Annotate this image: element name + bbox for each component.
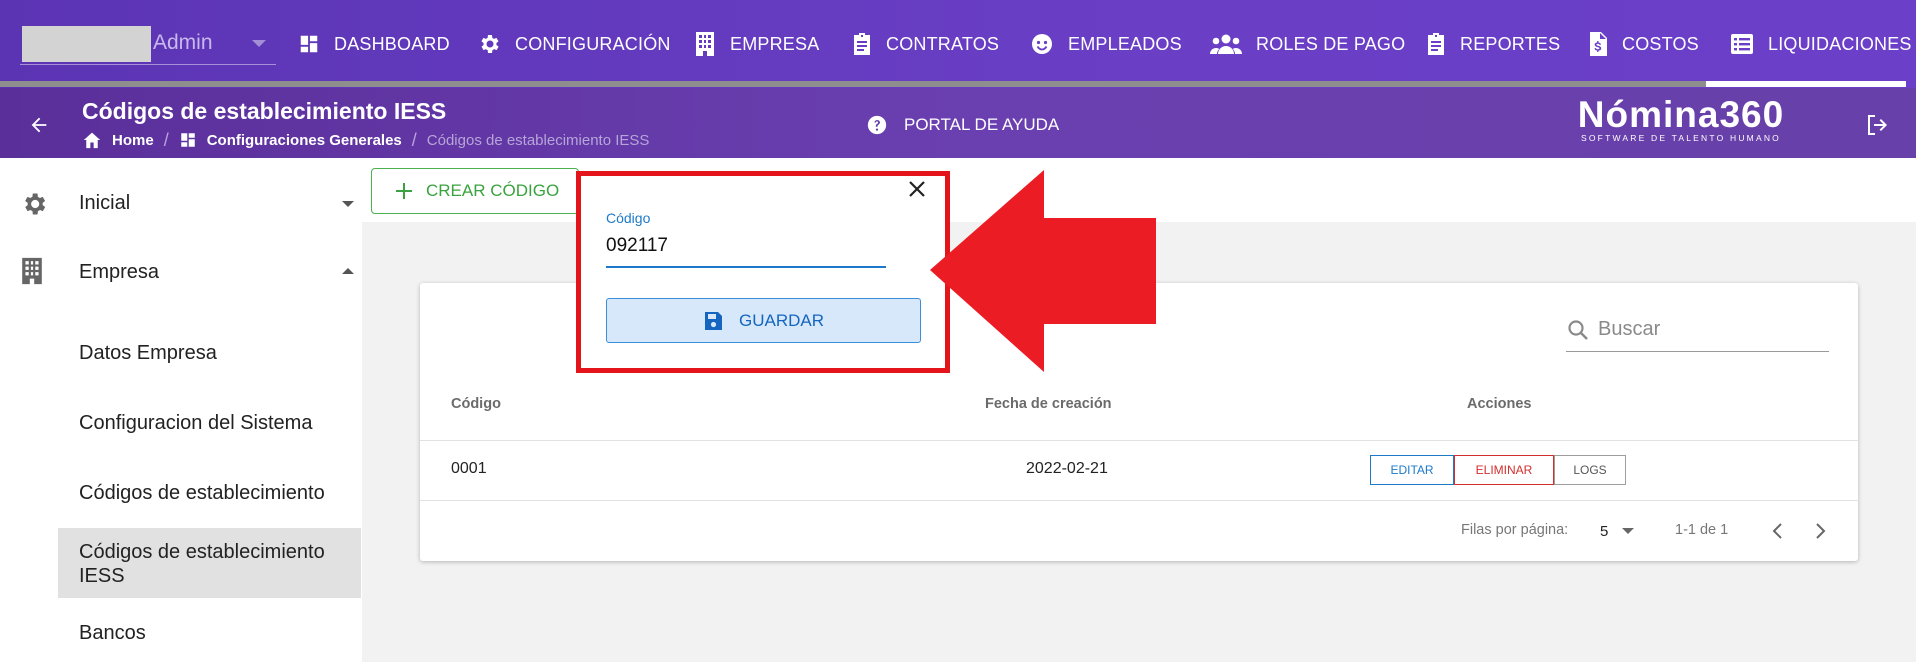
brand-logo: Nómina360 SOFTWARE DE TALENTO HUMANO <box>1566 94 1796 144</box>
dashboard-icon <box>180 133 195 147</box>
logout-icon <box>1868 115 1887 135</box>
nav-configuracion[interactable]: CONFIGURACIÓN <box>477 26 671 62</box>
close-icon <box>909 181 925 197</box>
breadcrumb-home[interactable]: Home <box>112 132 154 149</box>
help-icon <box>867 115 887 135</box>
close-button[interactable] <box>908 180 926 198</box>
table-divider <box>420 500 1858 501</box>
chevron-down-icon <box>1622 528 1635 534</box>
breadcrumb: Home / Configuraciones Generales / Códig… <box>82 129 649 151</box>
building-icon <box>696 32 714 56</box>
nav-label: ROLES DE PAGO <box>1256 33 1406 54</box>
search-placeholder: Buscar <box>1598 318 1661 340</box>
nav-empleados[interactable]: EMPLEADOS <box>1030 26 1182 62</box>
column-header-acciones: Acciones <box>1467 396 1532 412</box>
create-code-button[interactable]: CREAR CÓDIGO <box>371 168 579 214</box>
column-header-fecha[interactable]: Fecha de creación <box>985 396 1112 412</box>
delete-button[interactable]: ELIMINAR <box>1454 455 1554 485</box>
gear-icon <box>25 193 46 215</box>
face-icon <box>1032 34 1052 54</box>
code-input-value: 092117 <box>606 235 668 256</box>
dollar-file-icon <box>1590 32 1607 56</box>
chevron-right-icon <box>1816 523 1826 539</box>
gear-icon <box>481 35 499 53</box>
code-field-label: Código <box>606 210 651 226</box>
nav-label: DASHBOARD <box>334 33 450 54</box>
list-icon <box>1731 34 1753 54</box>
nav-underline <box>0 81 1706 87</box>
chevron-down-icon <box>252 40 266 47</box>
back-button[interactable] <box>28 114 50 136</box>
nav-empresa[interactable]: EMPRESA <box>694 26 819 62</box>
prev-page-button[interactable] <box>1770 522 1786 540</box>
code-input[interactable]: 092117 <box>606 232 886 268</box>
search-icon <box>1568 319 1588 340</box>
column-header-codigo[interactable]: Código <box>451 396 501 412</box>
brand-name: Nómina360 <box>1577 94 1785 135</box>
save-icon <box>704 311 722 330</box>
sidebar-subitem-label: Bancos <box>79 622 146 644</box>
avatar <box>22 26 151 62</box>
nav-label: CONFIGURACIÓN <box>515 33 671 54</box>
nav-label: LIQUIDACIONES <box>1768 33 1912 54</box>
nav-dashboard[interactable]: DASHBOARD <box>298 26 450 62</box>
nav-label: CONTRATOS <box>886 33 1000 54</box>
arrow-left-icon <box>31 117 47 133</box>
logout-button[interactable] <box>1866 114 1890 136</box>
sidebar-subitem-label: Datos Empresa <box>79 342 217 364</box>
user-selector[interactable]: Admin <box>20 26 276 65</box>
nav-label: REPORTES <box>1460 33 1561 54</box>
sidebar-item-inicial[interactable]: Inicial <box>0 190 362 218</box>
search-input[interactable]: Buscar <box>1566 308 1829 352</box>
breadcrumb-current: Códigos de establecimiento IESS <box>426 131 650 149</box>
sidebar-item-empresa[interactable]: Empresa <box>0 256 362 288</box>
sidebar-item-label: Empresa <box>79 261 160 283</box>
nav-active-indicator <box>1706 81 1906 87</box>
logs-button[interactable]: LOGS <box>1554 455 1626 485</box>
nav-liquidaciones[interactable]: LIQUIDACIONES <box>1730 26 1912 62</box>
sidebar-subitem-label: Configuracion del Sistema <box>79 412 313 434</box>
next-page-button[interactable] <box>1812 522 1828 540</box>
chevron-left-icon <box>1772 523 1782 539</box>
save-button[interactable]: GUARDAR <box>606 298 921 343</box>
rows-per-page-value: 5 <box>1600 522 1609 540</box>
chevron-up-icon <box>342 268 354 274</box>
pagination-range: 1-1 de 1 <box>1675 522 1729 538</box>
nav-costos[interactable]: COSTOS <box>1588 26 1699 62</box>
rows-per-page-label: Filas por página: <box>1461 522 1569 538</box>
nav-roles-de-pago[interactable]: ROLES DE PAGO <box>1210 26 1405 62</box>
clipboard-icon <box>854 33 870 55</box>
help-label: PORTAL DE AYUDA <box>904 115 1060 134</box>
rows-per-page-select[interactable]: 5 <box>1600 520 1640 542</box>
building-icon <box>22 257 42 285</box>
edit-button[interactable]: EDITAR <box>1370 455 1454 485</box>
clipboard-icon <box>1428 33 1444 55</box>
home-icon <box>83 132 101 149</box>
nav-reportes[interactable]: REPORTES <box>1426 26 1560 62</box>
cell-fecha: 2022-02-21 <box>1026 460 1108 477</box>
sidebar-item-label: Inicial <box>79 192 131 214</box>
sidebar-subitem-label: Códigos de establecimiento <box>79 482 325 504</box>
arrow-pointer-icon <box>930 170 1156 372</box>
page-title: Códigos de establecimiento IESS <box>82 98 447 124</box>
create-code-label: CREAR CÓDIGO <box>426 181 560 200</box>
table-divider <box>420 440 1858 441</box>
brand-tagline: SOFTWARE DE TALENTO HUMANO <box>1581 133 1781 143</box>
group-icon <box>1210 34 1242 54</box>
dashboard-icon <box>300 35 318 53</box>
sidebar-subitem-label: Códigos de establecimiento IESS <box>79 541 325 587</box>
plus-icon <box>396 183 412 199</box>
cell-codigo: 0001 <box>451 460 487 477</box>
chevron-down-icon <box>342 201 354 207</box>
nav-label: EMPLEADOS <box>1068 33 1182 54</box>
nav-label: COSTOS <box>1622 33 1699 54</box>
breadcrumb-config[interactable]: Configuraciones Generales <box>207 132 402 149</box>
help-portal-link[interactable]: PORTAL DE AYUDA <box>866 114 1059 136</box>
nav-label: EMPRESA <box>730 33 820 54</box>
user-name: Admin <box>153 31 213 54</box>
nav-contratos[interactable]: CONTRATOS <box>852 26 999 62</box>
save-label: GUARDAR <box>738 310 824 330</box>
